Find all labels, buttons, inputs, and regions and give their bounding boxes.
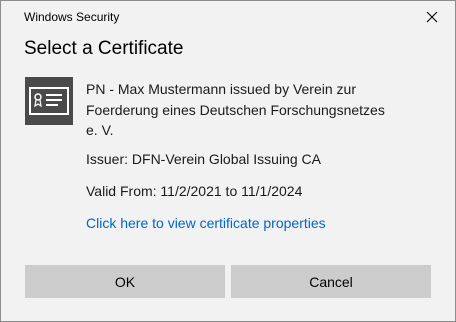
close-icon — [426, 11, 438, 23]
cancel-button[interactable]: Cancel — [231, 265, 431, 298]
title-bar: Windows Security — [1, 1, 455, 33]
view-certificate-properties-link[interactable]: Click here to view certificate propertie… — [86, 215, 326, 231]
certificate-icon — [25, 77, 73, 125]
close-button[interactable] — [409, 1, 455, 33]
certificate-name: PN - Max Mustermann issued by Verein zur… — [86, 81, 385, 138]
dialog-heading: Select a Certificate — [24, 38, 184, 59]
window-title: Windows Security — [24, 10, 120, 24]
certificate-issuer: Issuer: DFN-Verein Global Issuing CA — [86, 151, 321, 167]
ok-button[interactable]: OK — [25, 265, 225, 298]
certificate-validity: Valid From: 11/2/2021 to 11/1/2024 — [86, 183, 303, 199]
windows-security-dialog: Windows Security Select a Certificate PN… — [0, 0, 456, 322]
